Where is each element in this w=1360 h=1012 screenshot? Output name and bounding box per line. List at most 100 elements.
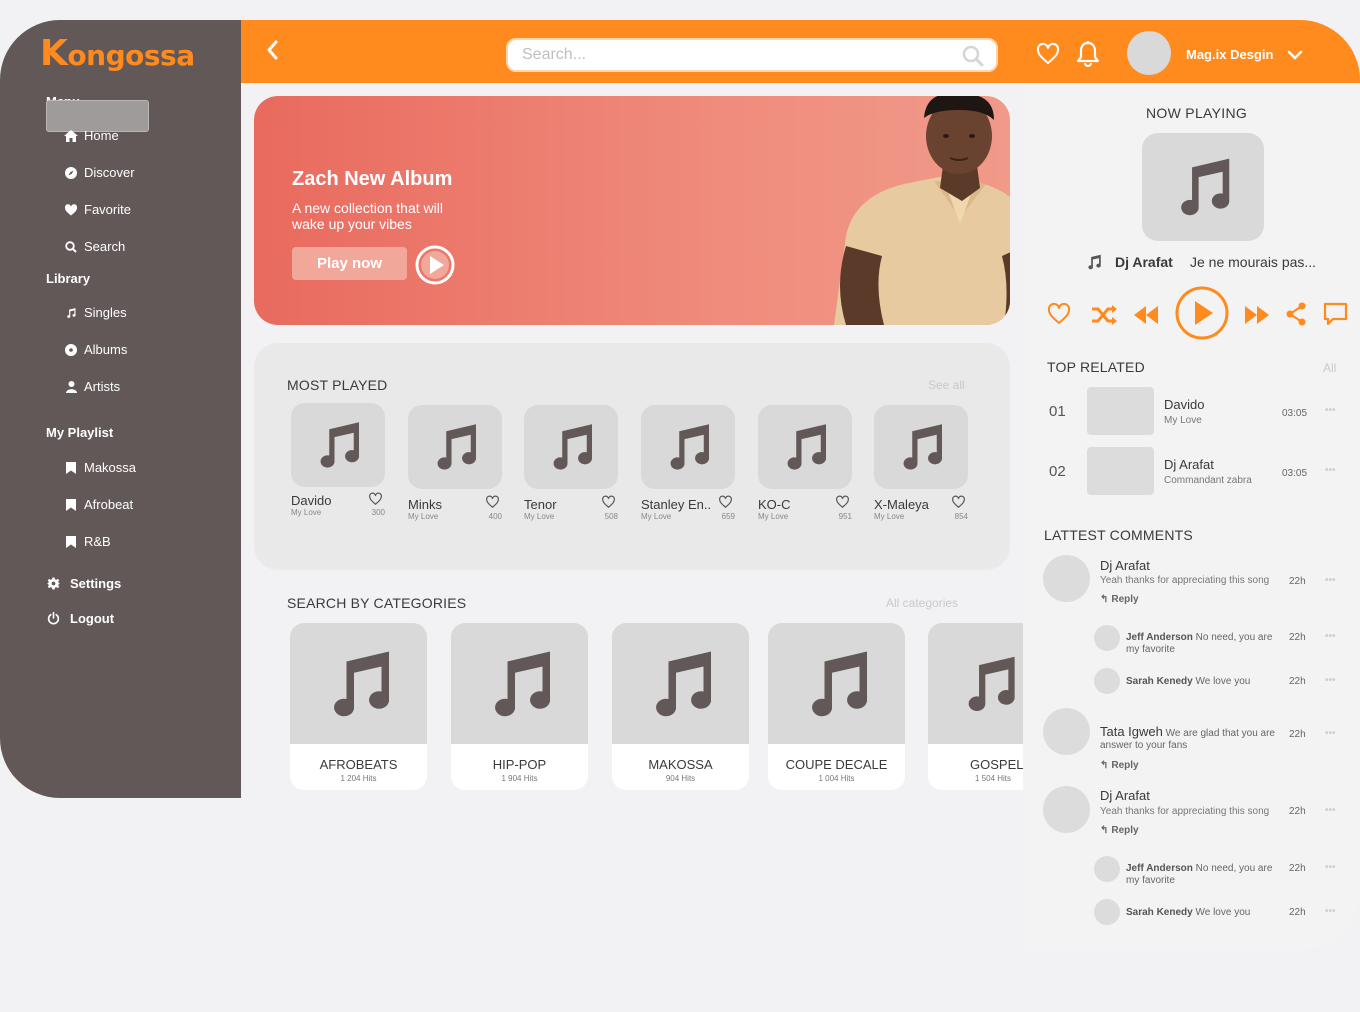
- reply-button[interactable]: ↰ Reply: [1100, 825, 1139, 836]
- chevron-down-icon[interactable]: [1287, 48, 1303, 66]
- category-art: [928, 623, 1023, 744]
- more-options-icon[interactable]: •••: [1325, 575, 1336, 586]
- sidebar-item-label: Logout: [70, 611, 115, 626]
- category-card[interactable]: MAKOSSA 904 Hits: [612, 623, 749, 790]
- artist-name: Davido: [291, 493, 332, 508]
- track-duration: 03:05: [1282, 468, 1308, 479]
- reply-button[interactable]: ↰ Reply: [1100, 760, 1139, 771]
- artist-name: KO-C: [758, 497, 791, 512]
- power-icon: [46, 612, 60, 626]
- category-name: MAKOSSA: [648, 757, 713, 772]
- album-art: [641, 405, 735, 489]
- avatar: [1043, 786, 1090, 833]
- sidebar-item-artists[interactable]: Artists: [64, 379, 120, 394]
- bookmark-icon: [64, 498, 78, 512]
- commenter-name: Jeff Anderson: [1126, 863, 1193, 874]
- music-note-icon: [427, 419, 483, 475]
- like-count: 659: [721, 512, 735, 521]
- heart-icon: [64, 203, 78, 217]
- category-card[interactable]: AFROBEATS 1 204 Hits: [290, 623, 427, 790]
- more-options-icon[interactable]: •••: [1325, 675, 1336, 686]
- sidebar-item-albums[interactable]: Albums: [64, 342, 127, 357]
- most-played-card[interactable]: Tenor My Love 508: [524, 405, 618, 521]
- most-played-card[interactable]: Davido My Love 300: [291, 403, 385, 517]
- see-all-link[interactable]: See all: [928, 378, 965, 392]
- most-played-card[interactable]: KO-C My Love 951: [758, 405, 852, 521]
- like-count: 400: [488, 512, 502, 521]
- now-playing-artist: Dj Arafat: [1115, 254, 1173, 270]
- reply-comment: Jeff Anderson No need, you are my favori…: [1126, 632, 1276, 656]
- comment-time: 22h: [1289, 729, 1306, 740]
- sidebar-item-settings[interactable]: Settings: [46, 576, 121, 591]
- sidebar-item-home[interactable]: Home: [64, 128, 119, 143]
- rewind-icon[interactable]: [1133, 303, 1159, 332]
- sidebar-item-rnb[interactable]: R&B: [64, 534, 111, 549]
- sidebar-item-label: Search: [84, 239, 126, 254]
- music-note-icon: [480, 644, 560, 724]
- more-options-icon[interactable]: •••: [1325, 805, 1336, 816]
- sidebar-item-search[interactable]: Search: [64, 239, 125, 254]
- favorites-heart-icon[interactable]: [1035, 42, 1061, 71]
- more-options-icon[interactable]: •••: [1325, 862, 1336, 873]
- fast-forward-icon[interactable]: [1244, 303, 1270, 332]
- now-playing-title: NOW PLAYING: [1146, 105, 1248, 121]
- search-bar[interactable]: [506, 38, 998, 72]
- music-note-icon: [777, 419, 833, 475]
- user-avatar[interactable]: [1127, 31, 1171, 75]
- play-button[interactable]: [1174, 285, 1230, 346]
- more-options-icon[interactable]: •••: [1325, 465, 1336, 476]
- avatar: [1094, 668, 1120, 694]
- bookmark-icon: [64, 535, 78, 549]
- song-title: My Love: [874, 512, 905, 521]
- most-played-card[interactable]: Stanley En.. My Love 659: [641, 405, 735, 521]
- category-card[interactable]: COUPE DECALE 1 004 Hits: [768, 623, 905, 790]
- sidebar-item-singles[interactable]: Singles: [64, 305, 127, 320]
- related-track-row[interactable]: 02 Dj Arafat Commandant zabra 03:05 •••: [1047, 447, 1347, 495]
- bell-icon[interactable]: [1075, 40, 1101, 73]
- more-options-icon[interactable]: •••: [1325, 405, 1336, 416]
- app-logo[interactable]: Kongossa: [40, 36, 195, 73]
- song-title: My Love: [291, 508, 322, 517]
- username[interactable]: Mag.ix Desgin: [1186, 47, 1273, 62]
- category-card[interactable]: GOSPEL 1 504 Hits: [928, 623, 1023, 790]
- album-art: [291, 403, 385, 487]
- music-note-icon: [1084, 253, 1104, 276]
- reply-label: Reply: [1111, 760, 1139, 771]
- share-icon[interactable]: [1285, 302, 1307, 331]
- category-hits: 1 904 Hits: [501, 774, 538, 783]
- top-related-all-link[interactable]: All: [1323, 361, 1336, 375]
- all-categories-link[interactable]: All categories: [886, 596, 958, 610]
- category-name: GOSPEL: [970, 757, 1023, 772]
- sidebar-item-afrobeat[interactable]: Afrobeat: [64, 497, 133, 512]
- reply-comment: Jeff Anderson No need, you are my favori…: [1126, 863, 1276, 887]
- related-track-row[interactable]: 01 Davido My Love 03:05 •••: [1047, 387, 1347, 435]
- reply-icon: ↰: [1100, 594, 1109, 605]
- search-input[interactable]: [522, 46, 942, 64]
- category-card[interactable]: HIP-POP 1 904 Hits: [451, 623, 588, 790]
- latest-comments-title: LATTEST COMMENTS: [1044, 527, 1193, 543]
- more-options-icon[interactable]: •••: [1325, 631, 1336, 642]
- comment-icon[interactable]: [1323, 302, 1348, 332]
- play-circle-icon[interactable]: [414, 244, 456, 291]
- back-arrow-icon[interactable]: [263, 38, 281, 62]
- more-options-icon[interactable]: •••: [1325, 728, 1336, 739]
- track-number: 01: [1049, 403, 1066, 420]
- play-now-button[interactable]: Play now: [292, 247, 407, 280]
- sidebar-item-label: Afrobeat: [84, 497, 134, 512]
- most-played-card[interactable]: X-Maleya My Love 854: [874, 405, 968, 521]
- like-heart-icon[interactable]: [1046, 302, 1072, 331]
- avatar: [1094, 625, 1120, 651]
- sidebar-item-makossa[interactable]: Makossa: [64, 460, 136, 475]
- sidebar-item-favorite[interactable]: Favorite: [64, 202, 131, 217]
- most-played-card[interactable]: Minks My Love 400: [408, 405, 502, 521]
- sidebar-item-logout[interactable]: Logout: [46, 611, 114, 626]
- artist-name: Tenor: [524, 497, 557, 512]
- home-icon: [64, 129, 78, 143]
- more-options-icon[interactable]: •••: [1325, 906, 1336, 917]
- search-icon[interactable]: [962, 45, 984, 72]
- reply-button[interactable]: ↰ Reply: [1100, 594, 1139, 605]
- shuffle-icon[interactable]: [1090, 303, 1118, 332]
- sidebar-item-discover[interactable]: Discover: [64, 165, 135, 180]
- sidebar-item-label: Artists: [84, 379, 121, 394]
- comment-time: 22h: [1289, 907, 1306, 918]
